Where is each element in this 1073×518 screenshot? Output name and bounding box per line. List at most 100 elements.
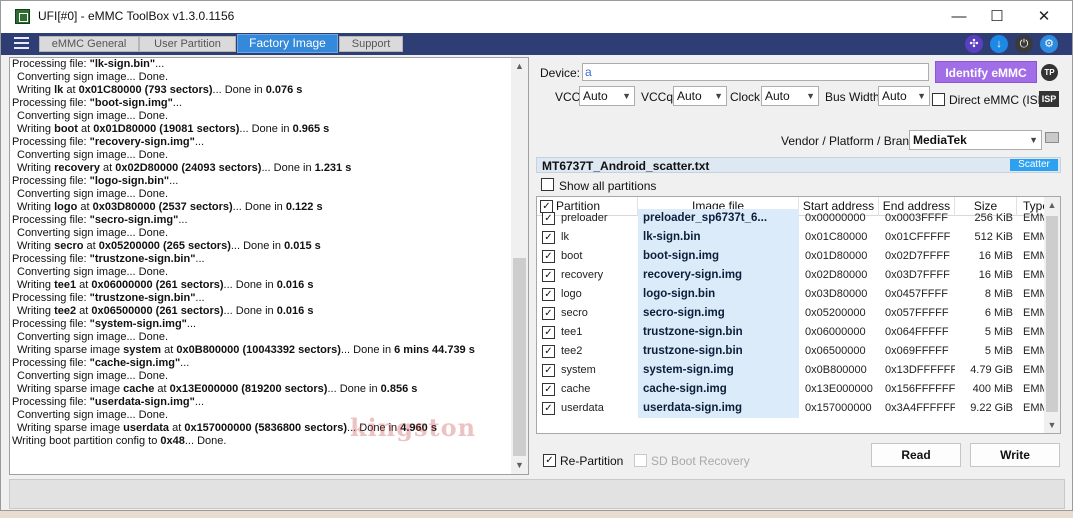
vendor-select[interactable]: MediaTek ▼ <box>909 130 1042 150</box>
cell-end: 0x01CFFFFF <box>885 231 951 243</box>
scatter-badge[interactable]: Scatter <box>1010 159 1058 171</box>
table-row[interactable]: ✓ cache cache-sign.img 0x13E000000 0x156FFFF… <box>537 380 1047 399</box>
log-line: Processing file: "secro-sign.img"... <box>12 214 512 227</box>
log-text: cache <box>123 383 155 395</box>
tab-user-partition[interactable]: User Partition <box>139 36 236 52</box>
isp-icon[interactable]: ISP <box>1039 91 1059 107</box>
scroll-down-icon[interactable]: ▼ <box>1044 417 1060 433</box>
repartition-label: Re-Partition <box>560 454 624 468</box>
table-row[interactable]: ✓ boot boot-sign.img 0x01D80000 0x02D7FFFF 16… <box>537 247 1047 266</box>
row-checkbox[interactable]: ✓ <box>542 288 555 301</box>
cell-image[interactable]: trustzone-sign.bin <box>638 323 799 342</box>
watermark-text: kingston <box>350 413 477 442</box>
row-checkbox[interactable]: ✓ <box>542 364 555 377</box>
log-text: Processing file: <box>12 318 90 330</box>
scroll-up-icon[interactable]: ▲ <box>1044 197 1060 213</box>
log-line: Processing file: "boot-sign.img"... <box>12 97 512 110</box>
log-text: "lk-sign.bin" <box>89 58 156 70</box>
row-checkbox[interactable]: ✓ <box>542 345 555 358</box>
chevron-down-icon: ▼ <box>622 91 631 101</box>
log-text: Processing file: <box>12 214 90 226</box>
table-scroll-thumb[interactable] <box>1046 216 1058 412</box>
log-line: Writing logo at 0x03D80000 (2537 sectors… <box>12 201 512 214</box>
cell-image[interactable]: recovery-sign.img <box>638 266 799 285</box>
show-all-partitions-checkbox[interactable] <box>541 178 554 191</box>
scatter-file-bar: MT6737T_Android_scatter.txt Scatter <box>536 157 1061 173</box>
log-line: Processing file: "lk-sign.bin"... <box>12 58 512 71</box>
table-row[interactable]: ✓ logo logo-sign.bin 0x03D80000 0x0457FFFF 8 … <box>537 285 1047 304</box>
cell-start: 0x157000000 <box>805 402 872 414</box>
table-row[interactable]: ✓ tee2 trustzone-sign.bin 0x06500000 0x069FF… <box>537 342 1047 361</box>
repartition-checkbox[interactable]: ✓ <box>543 454 556 467</box>
scroll-up-icon[interactable]: ▲ <box>511 58 528 75</box>
table-row[interactable]: ✓ recovery recovery-sign.img 0x02D80000 0x03… <box>537 266 1047 285</box>
cell-type: EMM <box>1023 364 1047 376</box>
log-text: at <box>154 383 170 395</box>
cell-partition: tee2 <box>561 345 583 357</box>
cell-end: 0x03D7FFFF <box>885 269 950 281</box>
cell-end: 0x0457FFFF <box>885 288 948 300</box>
tab-support[interactable]: Support <box>339 36 403 52</box>
cell-image[interactable]: lk-sign.bin <box>638 228 799 247</box>
row-checkbox[interactable]: ✓ <box>542 326 555 339</box>
tab-emmc-general[interactable]: eMMC General <box>39 36 139 52</box>
log-scrollbar[interactable]: ▲ ▼ <box>511 58 528 474</box>
table-row[interactable]: ✓ tee1 trustzone-sign.bin 0x06000000 0x064FF… <box>537 323 1047 342</box>
row-checkbox[interactable]: ✓ <box>542 212 555 225</box>
vcc-select[interactable]: Auto ▼ <box>579 86 635 106</box>
log-text: Processing file: <box>12 97 90 109</box>
device-label: Device: <box>540 66 581 80</box>
tp-icon[interactable]: TP <box>1041 64 1058 81</box>
chevron-down-icon: ▼ <box>806 91 815 101</box>
device-input[interactable]: a <box>582 63 929 81</box>
table-row[interactable]: ✓ lk lk-sign.bin 0x01C80000 0x01CFFFFF 512 Ki… <box>537 228 1047 247</box>
cell-size: 400 MiB <box>972 383 1013 395</box>
close-button[interactable]: ✕ <box>1021 1 1067 33</box>
sd-boot-recovery-checkbox[interactable] <box>634 454 647 467</box>
direct-emmc-checkbox[interactable] <box>932 93 945 106</box>
row-checkbox[interactable]: ✓ <box>542 231 555 244</box>
power-icon[interactable]: ⏻ <box>1015 35 1033 53</box>
download-icon[interactable]: ↓ <box>990 35 1008 53</box>
log-text: tee1 <box>54 279 77 291</box>
write-button[interactable]: Write <box>970 443 1060 467</box>
table-row[interactable]: ✓ userdata userdata-sign.img 0x157000000 0x3… <box>537 399 1047 418</box>
bus-width-select[interactable]: Auto ▼ <box>878 86 930 106</box>
table-row[interactable]: ✓ secro secro-sign.img 0x05200000 0x057FFFFF… <box>537 304 1047 323</box>
network-icon[interactable]: ✣ <box>965 35 983 53</box>
cell-image[interactable]: preloader_sp6737t_6... <box>638 209 799 228</box>
settings-gear-icon[interactable]: ⚙ <box>1040 35 1058 53</box>
vccq-select[interactable]: Auto ▼ <box>673 86 727 106</box>
row-checkbox[interactable]: ✓ <box>542 402 555 415</box>
scatter-filename: MT6737T_Android_scatter.txt <box>542 159 710 173</box>
folder-icon[interactable] <box>1045 132 1059 143</box>
clock-select[interactable]: Auto ▼ <box>761 86 819 106</box>
table-row[interactable]: ✓ preloader preloader_sp6737t_6... 0x000000… <box>537 209 1047 228</box>
row-checkbox[interactable]: ✓ <box>542 269 555 282</box>
row-checkbox[interactable]: ✓ <box>542 250 555 263</box>
scroll-down-icon[interactable]: ▼ <box>511 457 528 474</box>
cell-image[interactable]: cache-sign.img <box>638 380 799 399</box>
cell-partition: logo <box>561 288 582 300</box>
log-scroll-thumb[interactable] <box>513 258 526 456</box>
cell-image[interactable]: trustzone-sign.bin <box>638 342 799 361</box>
log-text: Processing file: <box>12 357 90 369</box>
table-row[interactable]: ✓ system system-sign.img 0x0B800000 0x13DFFF… <box>537 361 1047 380</box>
cell-image[interactable]: boot-sign.img <box>638 247 799 266</box>
log-text: ... Done. <box>184 435 227 447</box>
cell-image[interactable]: userdata-sign.img <box>638 399 799 418</box>
row-checkbox[interactable]: ✓ <box>542 383 555 396</box>
cell-image[interactable]: secro-sign.img <box>638 304 799 323</box>
cell-image[interactable]: system-sign.img <box>638 361 799 380</box>
tab-factory-image[interactable]: Factory Image <box>237 34 338 53</box>
log-text: ... <box>155 58 165 70</box>
log-text: 1.231 s <box>314 162 352 174</box>
cell-image[interactable]: logo-sign.bin <box>638 285 799 304</box>
log-line: Converting sign image... Done. <box>12 370 512 383</box>
hamburger-menu-icon[interactable] <box>14 37 29 51</box>
row-checkbox[interactable]: ✓ <box>542 307 555 320</box>
identify-emmc-button[interactable]: Identify eMMC <box>935 61 1037 83</box>
read-button[interactable]: Read <box>871 443 961 467</box>
maximize-button[interactable]: ☐ <box>974 1 1020 33</box>
table-scrollbar[interactable]: ▲ ▼ <box>1044 197 1060 433</box>
